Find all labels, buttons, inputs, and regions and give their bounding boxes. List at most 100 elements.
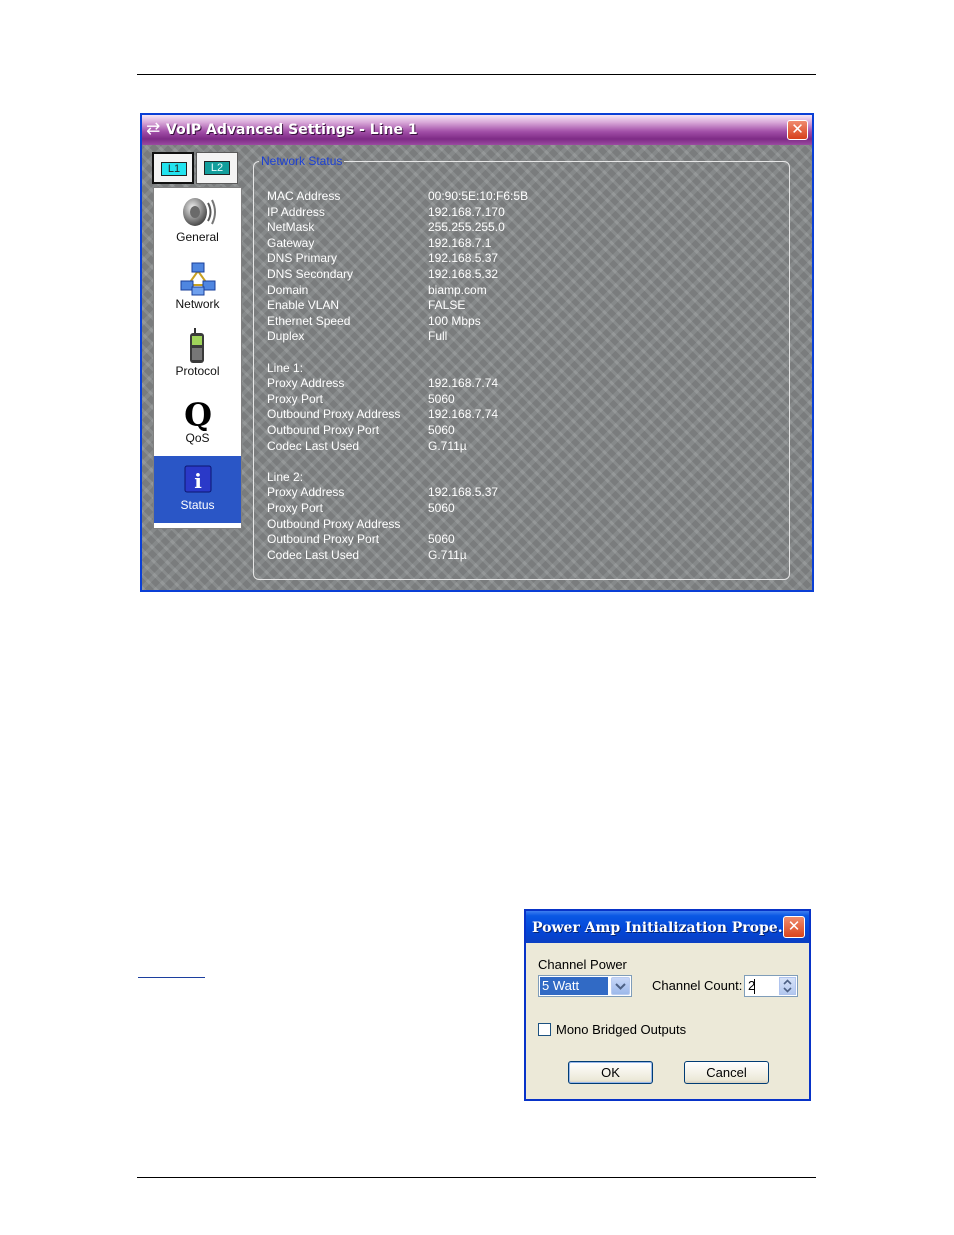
status-value: 192.168.7.74 <box>428 407 499 422</box>
phone-icon <box>190 328 204 363</box>
channel-power-label: Channel Power <box>538 957 627 972</box>
amp-title-bar[interactable]: Power Amp Initialization Prope… ✕ <box>526 911 809 943</box>
status-key: Codec Last Used <box>267 547 360 562</box>
status-row: Domain biamp.com <box>267 283 787 299</box>
title-bar[interactable]: ⇄ VoIP Advanced Settings - Line 1 ✕ <box>142 115 812 145</box>
nav-qos[interactable]: Q QoS <box>154 389 241 456</box>
network-status-legend: Network Status <box>261 154 343 168</box>
status-key: Proxy Port <box>267 391 324 406</box>
status-value: 100 Mbps <box>428 313 481 328</box>
spin-buttons[interactable] <box>779 977 796 995</box>
transfer-arrows-icon: ⇄ <box>146 119 161 139</box>
nav-status-label: Status <box>180 498 215 512</box>
status-key: Outbound Proxy Port <box>267 423 380 437</box>
close-button[interactable]: ✕ <box>787 120 808 140</box>
status-value: G.711µ <box>428 438 467 453</box>
chevron-down-icon <box>615 983 626 990</box>
status-value: FALSE <box>428 298 466 313</box>
header-rule <box>137 74 816 75</box>
status-key: Proxy Address <box>267 376 345 391</box>
channel-count-label: Channel Count: <box>652 978 743 993</box>
status-key: Ethernet Speed <box>267 313 351 328</box>
nav-protocol-label: Protocol <box>175 364 220 378</box>
mono-bridged-label: Mono Bridged Outputs <box>556 1022 687 1037</box>
qos-glyph: Q <box>184 396 212 431</box>
status-row: MAC Address 00:90:5E:10:F6:5B <box>267 189 787 205</box>
status-value: 5060 <box>428 423 455 437</box>
status-row: DNS Secondary 192.168.5.32 <box>267 267 787 283</box>
status-value: 192.168.5.37 <box>428 485 499 500</box>
info-glyph: i <box>194 469 202 493</box>
status-row: Codec Last Used G.711µ <box>267 548 787 564</box>
status-key: Duplex <box>267 329 305 344</box>
nav-network-label: Network <box>175 297 220 311</box>
status-key: Outbound Proxy Port <box>267 532 380 547</box>
link-underline <box>138 977 205 978</box>
status-key: DNS Primary <box>267 251 338 266</box>
status-row: Outbound Proxy Port 5060 <box>267 532 787 548</box>
status-key: Gateway <box>267 235 315 250</box>
status-key: DNS Secondary <box>267 267 354 281</box>
nav-qos-label: QoS <box>185 431 210 445</box>
amp-close-button[interactable]: ✕ <box>783 916 805 938</box>
status-value: 5060 <box>428 532 455 547</box>
footer-rule <box>137 1177 816 1178</box>
status-value: G.711µ <box>428 547 467 562</box>
status-row: Proxy Port 5060 <box>267 392 787 408</box>
status-key: Domain <box>267 282 309 297</box>
status-key: Line 2: <box>267 469 304 484</box>
status-value: 5060 <box>428 501 455 515</box>
status-value: 192.168.7.74 <box>428 376 499 391</box>
line-selector: L1 L2 <box>152 152 240 186</box>
channel-count-stepper[interactable]: 2 <box>744 975 798 997</box>
nav-status[interactable]: i Status <box>154 456 241 523</box>
status-row: Codec Last Used G.711µ <box>267 439 787 455</box>
dropdown-button[interactable] <box>611 977 630 995</box>
status-row: Proxy Port 5060 <box>267 501 787 517</box>
network-status-group: Network Status MAC Address 00:90:5E:10:F6… <box>253 154 790 580</box>
status-row: Outbound Proxy Port 5060 <box>267 423 787 439</box>
window-client: L1 L2 General Network Protocol Q QoS i S… <box>142 145 812 590</box>
status-value: 192.168.7.1 <box>428 235 492 250</box>
up-down-arrows-icon <box>783 979 792 993</box>
network-icon <box>180 262 216 296</box>
status-row: Enable VLAN FALSE <box>267 298 787 314</box>
nav-general[interactable]: General <box>154 188 241 255</box>
channel-power-select[interactable]: 5 Watt <box>538 975 632 997</box>
status-row: Ethernet Speed 100 Mbps <box>267 314 787 330</box>
status-key: Enable VLAN <box>267 298 340 313</box>
category-sidebar: General Network Protocol Q QoS i Status <box>153 187 242 529</box>
status-key: Outbound Proxy Address <box>267 407 401 422</box>
status-key: IP Address <box>267 204 325 219</box>
status-value: 5060 <box>428 391 455 406</box>
status-value: Full <box>428 329 448 344</box>
status-row <box>267 345 787 361</box>
speaker-icon <box>183 198 216 226</box>
ok-button[interactable]: OK <box>568 1061 653 1084</box>
status-value: 192.168.5.37 <box>428 251 499 266</box>
status-key: Proxy Port <box>267 501 324 515</box>
status-value: 192.168.7.170 <box>428 204 505 219</box>
nav-network[interactable]: Network <box>154 255 241 322</box>
status-value: 00:90:5E:10:F6:5B <box>428 189 529 203</box>
status-row: Outbound Proxy Address 192.168.7.74 <box>267 407 787 423</box>
status-key: Codec Last Used <box>267 438 360 453</box>
status-value: 255.255.255.0 <box>428 220 505 235</box>
status-row: Line 1: <box>267 361 787 377</box>
status-key: Line 1: <box>267 360 304 375</box>
line-1-tab[interactable]: L1 <box>152 152 194 184</box>
info-icon: i <box>184 465 212 493</box>
line-2-tab[interactable]: L2 <box>196 152 238 184</box>
status-value: biamp.com <box>428 282 487 297</box>
cancel-button[interactable]: Cancel <box>684 1061 769 1084</box>
voip-settings-window: ⇄ VoIP Advanced Settings - Line 1 ✕ L1 L… <box>140 113 814 592</box>
status-row: Duplex Full <box>267 329 787 345</box>
status-key: NetMask <box>267 220 315 235</box>
window-title: VoIP Advanced Settings - Line 1 <box>166 122 418 138</box>
channel-power-value: 5 Watt <box>540 977 608 995</box>
status-row: DNS Primary 192.168.5.37 <box>267 251 787 267</box>
status-row: Proxy Address 192.168.7.74 <box>267 376 787 392</box>
power-amp-dialog: Power Amp Initialization Prope… ✕ Channe… <box>524 909 811 1101</box>
mono-bridged-checkbox[interactable] <box>538 1023 551 1036</box>
nav-protocol[interactable]: Protocol <box>154 322 241 389</box>
